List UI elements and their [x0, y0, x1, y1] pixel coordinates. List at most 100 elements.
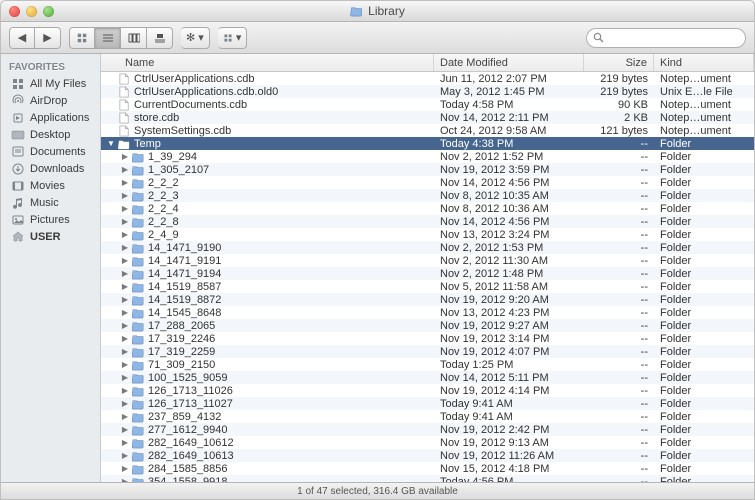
- file-row[interactable]: ▶ 2_2_3 Nov 8, 2012 10:35 AM -- Folder: [101, 189, 754, 202]
- disclosure-triangle[interactable]: ▶: [121, 244, 129, 252]
- file-row[interactable]: ▶ 2_2_4 Nov 8, 2012 10:36 AM -- Folder: [101, 202, 754, 215]
- disclosure-triangle[interactable]: [107, 88, 115, 96]
- file-row[interactable]: ▶ 17_319_2246 Nov 19, 2012 3:14 PM -- Fo…: [101, 332, 754, 345]
- disclosure-triangle[interactable]: ▼: [107, 140, 115, 148]
- file-name: 14_1545_8648: [148, 307, 221, 319]
- sidebar-item-music[interactable]: Music: [1, 194, 100, 211]
- sidebar-item-downloads[interactable]: Downloads: [1, 160, 100, 177]
- disclosure-triangle[interactable]: ▶: [121, 218, 129, 226]
- file-row[interactable]: ▶ 277_1612_9940 Nov 19, 2012 2:42 PM -- …: [101, 423, 754, 436]
- sidebar-item-all-my-files[interactable]: All My Files: [1, 75, 100, 92]
- sidebar-item-documents[interactable]: Documents: [1, 143, 100, 160]
- file-row[interactable]: ▶ 2_2_8 Nov 14, 2012 4:56 PM -- Folder: [101, 215, 754, 228]
- disclosure-triangle[interactable]: ▶: [121, 283, 129, 291]
- header-name[interactable]: Name: [101, 54, 434, 71]
- file-row[interactable]: ▶ 282_1649_10613 Nov 19, 2012 11:26 AM -…: [101, 449, 754, 462]
- file-row[interactable]: ▶ 14_1471_9191 Nov 2, 2012 11:30 AM -- F…: [101, 254, 754, 267]
- file-size: --: [584, 424, 654, 436]
- disclosure-triangle[interactable]: ▶: [121, 361, 129, 369]
- disclosure-triangle[interactable]: ▶: [121, 153, 129, 161]
- disclosure-triangle[interactable]: ▶: [121, 335, 129, 343]
- file-row[interactable]: ▶ 17_319_2259 Nov 19, 2012 4:07 PM -- Fo…: [101, 345, 754, 358]
- file-row[interactable]: ▼ Temp Today 4:38 PM -- Folder: [101, 137, 754, 150]
- header-kind[interactable]: Kind: [654, 54, 754, 71]
- folder-icon: [132, 294, 145, 306]
- disclosure-triangle[interactable]: ▶: [121, 465, 129, 473]
- zoom-button[interactable]: [43, 6, 54, 17]
- file-row[interactable]: ▶ 71_309_2150 Today 1:25 PM -- Folder: [101, 358, 754, 371]
- file-row[interactable]: ▶ 14_1471_9190 Nov 2, 2012 1:53 PM -- Fo…: [101, 241, 754, 254]
- sidebar-item-desktop[interactable]: Desktop: [1, 126, 100, 143]
- disclosure-triangle[interactable]: ▶: [121, 322, 129, 330]
- file-row[interactable]: ▶ 126_1713_11027 Today 9:41 AM -- Folder: [101, 397, 754, 410]
- file-row[interactable]: ▶ 1_39_294 Nov 2, 2012 1:52 PM -- Folder: [101, 150, 754, 163]
- column-view-button[interactable]: [121, 27, 147, 49]
- file-row[interactable]: ▶ 14_1519_8587 Nov 5, 2012 11:58 AM -- F…: [101, 280, 754, 293]
- disclosure-triangle[interactable]: ▶: [121, 192, 129, 200]
- file-date: Nov 5, 2012 11:58 AM: [434, 281, 584, 293]
- file-row[interactable]: ▶ 14_1519_8872 Nov 19, 2012 9:20 AM -- F…: [101, 293, 754, 306]
- sidebar-item-user[interactable]: USER: [1, 228, 100, 245]
- disclosure-triangle[interactable]: ▶: [121, 296, 129, 304]
- arrange-menu-button[interactable]: ▾: [218, 27, 248, 49]
- disclosure-triangle[interactable]: ▶: [121, 439, 129, 447]
- disclosure-triangle[interactable]: ▶: [121, 452, 129, 460]
- coverflow-view-button[interactable]: [147, 27, 173, 49]
- sidebar-item-movies[interactable]: Movies: [1, 177, 100, 194]
- file-row[interactable]: ▶ 2_4_9 Nov 13, 2012 3:24 PM -- Folder: [101, 228, 754, 241]
- file-kind: Folder: [654, 372, 754, 384]
- disclosure-triangle[interactable]: ▶: [121, 166, 129, 174]
- disclosure-triangle[interactable]: ▶: [121, 257, 129, 265]
- disclosure-triangle[interactable]: ▶: [121, 374, 129, 382]
- file-kind: Folder: [654, 320, 754, 332]
- doc-icon: [118, 112, 131, 124]
- file-list[interactable]: CtrlUserApplications.cdb Jun 11, 2012 2:…: [101, 72, 754, 482]
- file-row[interactable]: ▶ 100_1525_9059 Nov 14, 2012 5:11 PM -- …: [101, 371, 754, 384]
- file-row[interactable]: ▶ 126_1713_11026 Nov 19, 2012 4:14 PM --…: [101, 384, 754, 397]
- list-view-button[interactable]: [95, 27, 121, 49]
- disclosure-triangle[interactable]: ▶: [121, 387, 129, 395]
- disclosure-triangle[interactable]: [107, 101, 115, 109]
- file-row[interactable]: ▶ 282_1649_10612 Nov 19, 2012 9:13 AM --…: [101, 436, 754, 449]
- minimize-button[interactable]: [26, 6, 37, 17]
- file-date: Nov 19, 2012 9:13 AM: [434, 437, 584, 449]
- file-row[interactable]: ▶ 2_2_2 Nov 14, 2012 4:56 PM -- Folder: [101, 176, 754, 189]
- forward-button[interactable]: ▶: [35, 27, 61, 49]
- disclosure-triangle[interactable]: ▶: [121, 270, 129, 278]
- file-row[interactable]: store.cdb Nov 14, 2012 2:11 PM 2 KB Note…: [101, 111, 754, 124]
- file-row[interactable]: SystemSettings.cdb Oct 24, 2012 9:58 AM …: [101, 124, 754, 137]
- disclosure-triangle[interactable]: ▶: [121, 426, 129, 434]
- header-date[interactable]: Date Modified: [434, 54, 584, 71]
- file-row[interactable]: ▶ 14_1471_9194 Nov 2, 2012 1:48 PM -- Fo…: [101, 267, 754, 280]
- file-row[interactable]: ▶ 1_305_2107 Nov 19, 2012 3:59 PM -- Fol…: [101, 163, 754, 176]
- disclosure-triangle[interactable]: ▶: [121, 413, 129, 421]
- sidebar-item-airdrop[interactable]: AirDrop: [1, 92, 100, 109]
- disclosure-triangle[interactable]: ▶: [121, 309, 129, 317]
- file-row[interactable]: ▶ 17_288_2065 Nov 19, 2012 9:27 AM -- Fo…: [101, 319, 754, 332]
- sidebar-item-applications[interactable]: Applications: [1, 109, 100, 126]
- sidebar-item-label: Pictures: [30, 214, 70, 226]
- disclosure-triangle[interactable]: [107, 114, 115, 122]
- disclosure-triangle[interactable]: ▶: [121, 400, 129, 408]
- disclosure-triangle[interactable]: ▶: [121, 231, 129, 239]
- disclosure-triangle[interactable]: ▶: [121, 205, 129, 213]
- disclosure-triangle[interactable]: ▶: [121, 348, 129, 356]
- header-size[interactable]: Size: [584, 54, 654, 71]
- file-row[interactable]: ▶ 284_1585_8856 Nov 15, 2012 4:18 PM -- …: [101, 462, 754, 475]
- file-row[interactable]: CtrlUserApplications.cdb Jun 11, 2012 2:…: [101, 72, 754, 85]
- action-menu-button[interactable]: ✻ ▾: [181, 27, 210, 49]
- file-row[interactable]: ▶ 354_1558_9918 Today 4:56 PM -- Folder: [101, 475, 754, 482]
- search-field[interactable]: [586, 28, 746, 48]
- title-bar[interactable]: Library: [1, 1, 754, 22]
- icon-view-button[interactable]: [69, 27, 95, 49]
- disclosure-triangle[interactable]: [107, 75, 115, 83]
- back-button[interactable]: ◀: [9, 27, 35, 49]
- disclosure-triangle[interactable]: ▶: [121, 179, 129, 187]
- file-row[interactable]: ▶ 14_1545_8648 Nov 13, 2012 4:23 PM -- F…: [101, 306, 754, 319]
- sidebar-item-pictures[interactable]: Pictures: [1, 211, 100, 228]
- file-row[interactable]: CurrentDocuments.cdb Today 4:58 PM 90 KB…: [101, 98, 754, 111]
- close-button[interactable]: [9, 6, 20, 17]
- file-row[interactable]: CtrlUserApplications.cdb.old0 May 3, 201…: [101, 85, 754, 98]
- disclosure-triangle[interactable]: [107, 127, 115, 135]
- file-row[interactable]: ▶ 237_859_4132 Today 9:41 AM -- Folder: [101, 410, 754, 423]
